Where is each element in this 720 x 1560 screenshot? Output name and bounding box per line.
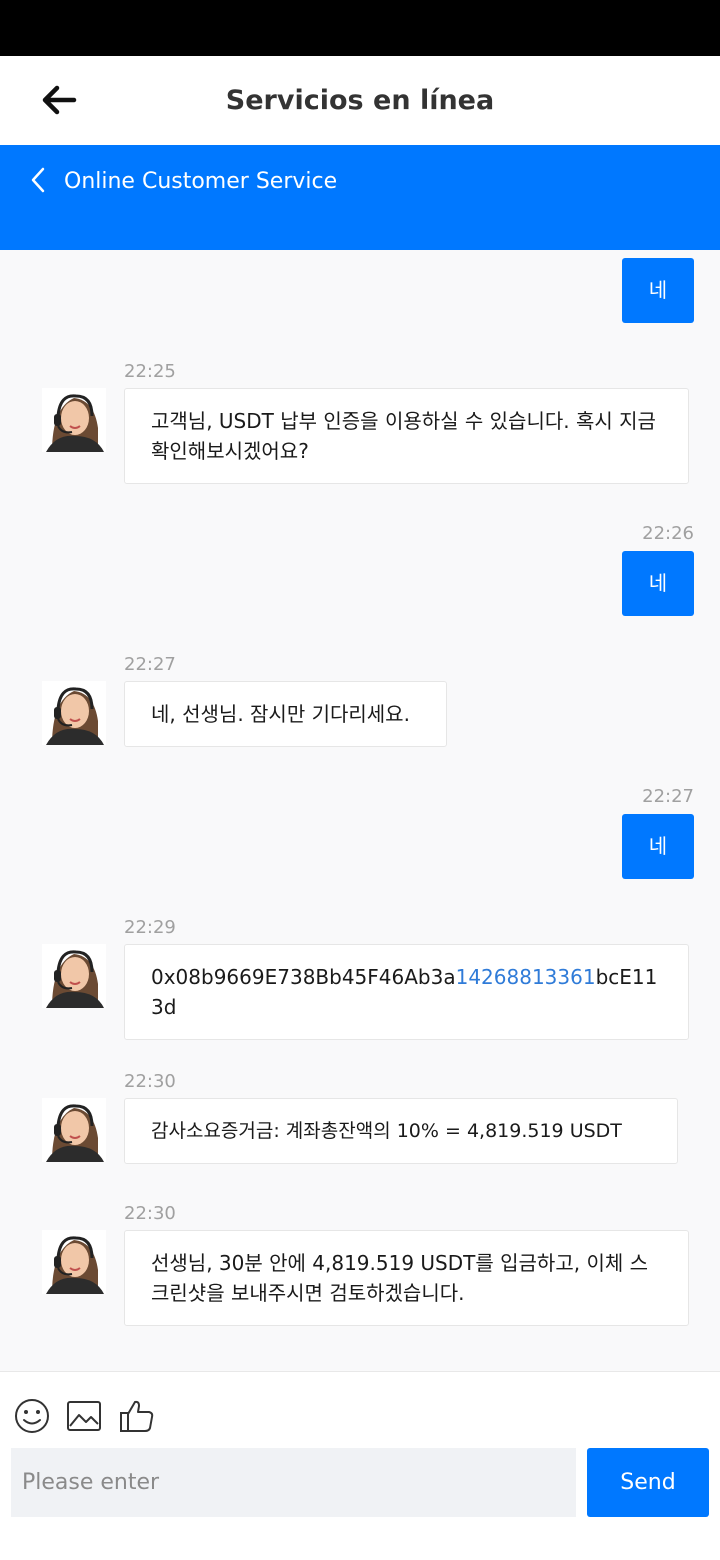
incoming-message: 네, 선생님. 잠시만 기다리세요. <box>124 681 447 747</box>
app-header: Servicios en línea <box>0 56 720 145</box>
message-time: 22:30 <box>124 1071 176 1092</box>
back-arrow-icon[interactable] <box>40 83 78 117</box>
outgoing-message: 네 <box>622 258 694 323</box>
incoming-message: 선생님, 30분 안에 4,819.519 USDT를 입금하고, 이체 스크린… <box>124 1230 689 1326</box>
thumbs-up-icon[interactable] <box>117 1396 157 1436</box>
page-title: Servicios en línea <box>225 85 495 116</box>
message-time: 22:26 <box>642 523 694 544</box>
agent-avatar <box>42 1098 106 1162</box>
phone-link[interactable]: 14268813361 <box>456 965 596 989</box>
chat-area[interactable]: 네 22:25 고객님, USDT 납부 인증을 이용하실 수 있습니다. 혹시… <box>0 250 720 1371</box>
customer-service-title: Online Customer Service <box>64 169 338 194</box>
customer-service-bar: Online Customer Service <box>0 145 720 250</box>
message-time: 22:27 <box>642 786 694 807</box>
status-bar <box>0 0 720 56</box>
incoming-message: 감사소요증거금: 계좌총잔액의 10% = 4,819.519 USDT <box>124 1098 678 1164</box>
chevron-left-icon[interactable] <box>26 165 50 195</box>
outgoing-message: 네 <box>622 814 694 879</box>
image-icon[interactable] <box>64 1396 104 1436</box>
send-button[interactable]: Send <box>587 1448 709 1517</box>
agent-avatar <box>42 388 106 452</box>
composer-toolbar: Send <box>0 1371 720 1560</box>
message-time: 22:25 <box>124 361 176 382</box>
message-input[interactable] <box>11 1448 576 1517</box>
message-time: 22:30 <box>124 1203 176 1224</box>
incoming-message-address: 0x08b9669E738Bb45F46Ab3a14268813361bcE11… <box>124 944 689 1040</box>
incoming-message: 고객님, USDT 납부 인증을 이용하실 수 있습니다. 혹시 지금 확인해보… <box>124 388 689 484</box>
emoji-icon[interactable] <box>12 1396 52 1436</box>
agent-avatar <box>42 1230 106 1294</box>
message-time: 22:29 <box>124 917 176 938</box>
outgoing-message: 네 <box>622 551 694 616</box>
agent-avatar <box>42 944 106 1008</box>
message-time: 22:27 <box>124 654 176 675</box>
address-text: 0x08b9669E738Bb45F46Ab3a <box>151 965 456 989</box>
agent-avatar <box>42 681 106 745</box>
